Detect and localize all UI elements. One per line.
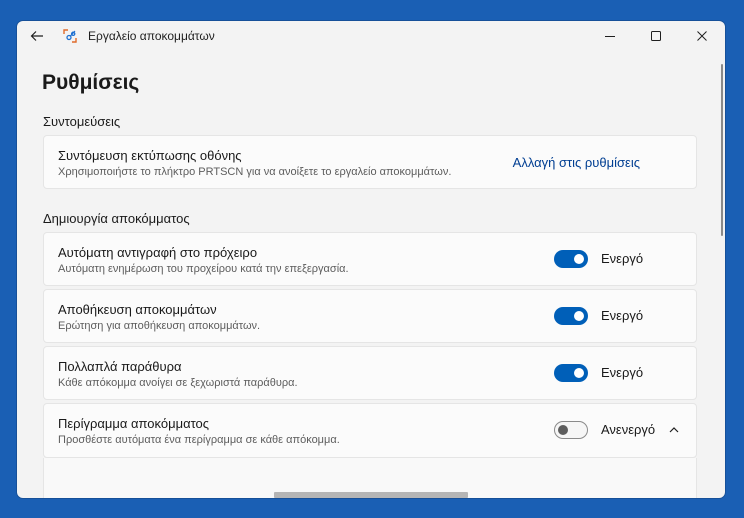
- change-in-settings-link[interactable]: Αλλαγή στις ρυθμίσεις: [513, 155, 640, 170]
- toggle-state-label: Ανενεργό: [601, 422, 656, 437]
- minimize-button[interactable]: [587, 21, 633, 51]
- card-title: Περίγραμμα αποκόμματος: [58, 416, 210, 431]
- back-button[interactable]: [18, 21, 56, 51]
- setting-card-snip-outline[interactable]: Περίγραμμα αποκόμματος Προσθέστε αυτόματ…: [43, 403, 697, 458]
- toggle-state-label: Ενεργό: [601, 251, 644, 266]
- window-title: Εργαλείο αποκομμάτων: [88, 29, 215, 43]
- settings-page: Ρυθμίσεις Συντομεύσεις Συντόμευση εκτύπω…: [17, 51, 725, 498]
- printscreen-shortcut-card: Συντόμευση εκτύπωσης οθόνης Χρησιμοποιήσ…: [43, 135, 697, 189]
- chevron-up-icon[interactable]: [668, 426, 680, 434]
- card-description: Ερώτηση για αποθήκευση αποκομμάτων.: [58, 320, 261, 332]
- card-title: Συντόμευση εκτύπωσης οθόνης: [58, 148, 242, 163]
- setting-card-auto-copy: Αυτόματη αντιγραφή στο πρόχειρο Αυτόματη…: [43, 232, 697, 286]
- toggle-knob: [558, 425, 568, 435]
- snipping-tool-window: Εργαλείο αποκομμάτων Ρυθμίσεις Συντομεύσ…: [17, 21, 725, 498]
- snipping-tool-icon: [62, 28, 78, 44]
- horizontal-scrollbar[interactable]: [274, 492, 468, 498]
- page-title: Ρυθμίσεις: [42, 71, 140, 94]
- auto-copy-toggle[interactable]: [554, 250, 588, 268]
- card-description: Αυτόματη ενημέρωση του προχείρου κατά τη…: [58, 263, 349, 275]
- title-bar: Εργαλείο αποκομμάτων: [17, 21, 725, 51]
- multiple-windows-toggle[interactable]: [554, 364, 588, 382]
- section-header-shortcuts: Συντομεύσεις: [43, 114, 121, 129]
- card-description: Κάθε απόκομμα ανοίγει σε ξεχωριστά παράθ…: [58, 377, 298, 389]
- card-description: Χρησιμοποιήστε το πλήκτρο PRTSCN για να …: [58, 166, 452, 178]
- setting-card-multiple-windows: Πολλαπλά παράθυρα Κάθε απόκομμα ανοίγει …: [43, 346, 697, 400]
- maximize-icon: [651, 31, 661, 41]
- snip-outline-toggle[interactable]: [554, 421, 588, 439]
- card-title: Αυτόματη αντιγραφή στο πρόχειρο: [58, 245, 258, 260]
- toggle-knob: [574, 368, 584, 378]
- toggle-knob: [574, 311, 584, 321]
- maximize-button[interactable]: [633, 21, 679, 51]
- setting-card-save-snips: Αποθήκευση αποκομμάτων Ερώτηση για αποθή…: [43, 289, 697, 343]
- window-controls: [587, 21, 725, 51]
- vertical-scrollbar[interactable]: [721, 64, 723, 236]
- card-title: Πολλαπλά παράθυρα: [58, 359, 182, 374]
- section-header-snipping: Δημιουργία αποκόμματος: [43, 211, 190, 226]
- toggle-knob: [574, 254, 584, 264]
- close-icon: [697, 31, 707, 41]
- toggle-state-label: Ενεργό: [601, 308, 644, 323]
- save-snips-toggle[interactable]: [554, 307, 588, 325]
- close-button[interactable]: [679, 21, 725, 51]
- card-title: Αποθήκευση αποκομμάτων: [58, 302, 217, 317]
- card-description: Προσθέστε αυτόματα ένα περίγραμμα σε κάθ…: [58, 434, 340, 446]
- minimize-icon: [605, 36, 615, 37]
- toggle-state-label: Ενεργό: [601, 365, 644, 380]
- arrow-left-icon: [30, 31, 43, 41]
